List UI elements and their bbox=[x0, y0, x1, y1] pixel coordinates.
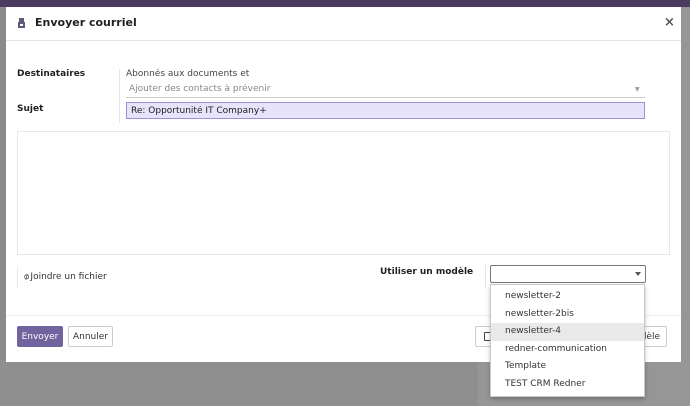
subject-label: Sujet bbox=[17, 104, 44, 114]
template-select[interactable] bbox=[490, 265, 646, 283]
template-dropdown-list: newsletter-2 newsletter-2bis newsletter-… bbox=[490, 284, 645, 397]
template-option[interactable]: redner-communication bbox=[491, 341, 644, 359]
recipients-label: Destinataires bbox=[17, 69, 86, 79]
send-button[interactable]: Envoyer bbox=[17, 326, 63, 347]
template-label: Utiliser un modèle bbox=[380, 267, 474, 277]
cancel-button[interactable]: Annuler bbox=[68, 326, 113, 347]
close-button[interactable]: × bbox=[664, 15, 675, 30]
app-topbar bbox=[0, 0, 690, 7]
caret-down-icon bbox=[635, 272, 641, 276]
contacts-input[interactable] bbox=[126, 81, 645, 98]
dialog-header: Envoyer courriel × bbox=[6, 7, 681, 41]
message-body-editor[interactable] bbox=[17, 131, 670, 255]
template-divider bbox=[485, 265, 486, 289]
dialog-title: Envoyer courriel bbox=[35, 16, 137, 29]
template-option[interactable]: newsletter-2bis bbox=[491, 306, 644, 324]
attach-file-button[interactable]: ⌀Joindre un fichier bbox=[17, 267, 107, 289]
template-option[interactable]: Template bbox=[491, 358, 644, 376]
template-option-highlighted[interactable]: newsletter-4 bbox=[491, 323, 644, 341]
field-divider bbox=[119, 69, 120, 123]
chevron-down-icon: ▼ bbox=[635, 86, 640, 93]
envelope-icon bbox=[18, 18, 25, 28]
template-option[interactable]: newsletter-2 bbox=[491, 288, 644, 306]
subject-input[interactable] bbox=[126, 102, 645, 119]
attach-file-label: Joindre un fichier bbox=[30, 272, 107, 282]
followers-text: Abonnés aux documents et bbox=[126, 69, 250, 79]
backdrop-strip bbox=[0, 360, 478, 406]
template-option[interactable]: TEST CRM Redner bbox=[491, 376, 644, 394]
